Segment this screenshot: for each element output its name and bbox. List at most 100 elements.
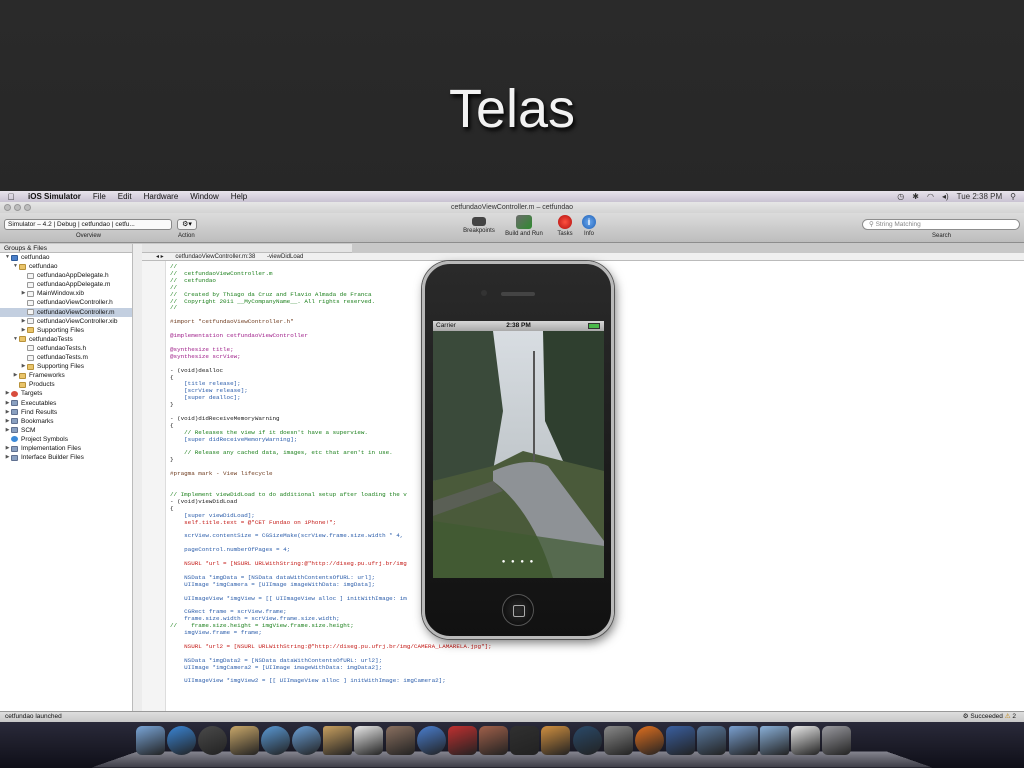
disclosure-triangle-icon[interactable]: ▶ bbox=[12, 371, 19, 380]
scheme-select[interactable]: Simulator – 4.2 | Debug | cetfundao | ce… bbox=[4, 219, 172, 230]
facetime-icon[interactable] bbox=[291, 726, 321, 755]
menu-window[interactable]: Window bbox=[184, 192, 224, 201]
sidebar-item[interactable]: cetfundaoTests.h bbox=[0, 344, 137, 353]
camera-photo[interactable] bbox=[433, 331, 604, 578]
app-store-icon[interactable] bbox=[167, 726, 197, 755]
menu-app[interactable]: iOS Simulator bbox=[22, 192, 87, 201]
time-machine-status-icon[interactable]: ◷ bbox=[897, 192, 904, 201]
disclosure-triangle-icon[interactable]: ▶ bbox=[4, 426, 11, 435]
sidebar-item-label: cetfundaoTests.m bbox=[37, 354, 88, 362]
menu-hardware[interactable]: Hardware bbox=[138, 192, 185, 201]
sidebar-item[interactable]: ▶ Find Results bbox=[0, 408, 137, 417]
folder-icon[interactable] bbox=[728, 726, 758, 755]
sidebar-item[interactable]: Project Symbols bbox=[0, 435, 137, 444]
sidebar-item-label: cetfundaoViewController.h bbox=[37, 299, 113, 307]
disclosure-triangle-icon[interactable]: ▼ bbox=[4, 253, 11, 262]
disclosure-triangle-icon[interactable]: ▶ bbox=[4, 453, 11, 462]
wifi-icon[interactable]: ◠ bbox=[927, 192, 934, 201]
disclosure-triangle-icon[interactable]: ▶ bbox=[20, 317, 27, 326]
disclosure-triangle-icon[interactable]: ▼ bbox=[12, 335, 19, 344]
sidebar-item[interactable]: ▶ MainWindow.xib bbox=[0, 289, 137, 298]
close-window-button[interactable] bbox=[4, 204, 11, 211]
info-button[interactable]: i Info bbox=[569, 215, 609, 237]
disclosure-triangle-icon[interactable]: ▶ bbox=[4, 389, 11, 398]
iphone-simulator[interactable]: Carrier 2:38 PM ● ● ● ● bbox=[422, 261, 614, 639]
sidebar-splitter[interactable] bbox=[132, 244, 142, 711]
sidebar-item[interactable]: ▶ Frameworks bbox=[0, 371, 137, 380]
sidebar-item[interactable]: ▶ Implementation Files bbox=[0, 444, 137, 453]
itunes-icon[interactable] bbox=[416, 726, 446, 755]
sidebar-item-label: cetfundao bbox=[29, 263, 58, 271]
spotlight-icon[interactable]: ⚲ bbox=[1010, 192, 1016, 201]
sidebar-item[interactable]: cetfundaoAppDelegate.h bbox=[0, 271, 137, 280]
disclosure-triangle-icon[interactable]: ▶ bbox=[4, 444, 11, 453]
disclosure-triangle-icon[interactable]: ▶ bbox=[4, 417, 11, 426]
zoom-window-button[interactable] bbox=[24, 204, 31, 211]
sidebar-item[interactable]: ▶ cetfundaoViewController.xib bbox=[0, 317, 137, 326]
disclosure-triangle-icon[interactable]: ▶ bbox=[4, 408, 11, 417]
bluetooth-icon[interactable]: ✱ bbox=[912, 192, 919, 201]
sidebar-item[interactable]: ▶ SCM bbox=[0, 426, 137, 435]
apple-menu-icon[interactable]:  bbox=[0, 192, 22, 202]
breakpoints-icon bbox=[472, 217, 486, 226]
instruments-icon[interactable] bbox=[697, 726, 727, 755]
sidebar-item[interactable]: ▶ Bookmarks bbox=[0, 417, 137, 426]
address-book-icon[interactable] bbox=[323, 726, 353, 755]
menu-edit[interactable]: Edit bbox=[112, 192, 138, 201]
sidebar-item[interactable]: ▼ cetfundao bbox=[0, 253, 137, 262]
minimize-window-button[interactable] bbox=[14, 204, 21, 211]
sidebar-item[interactable]: ▶ Supporting Files bbox=[0, 326, 137, 335]
action-gear-button[interactable]: ⚙▾ bbox=[177, 219, 197, 230]
iphone-screen[interactable]: Carrier 2:38 PM ● ● ● ● bbox=[433, 321, 604, 578]
zip-icon[interactable] bbox=[790, 726, 820, 755]
search-input[interactable]: ⚲ String Matching bbox=[862, 219, 1020, 230]
disclosure-triangle-icon[interactable]: ▼ bbox=[12, 262, 19, 271]
build-status[interactable]: Succeeded bbox=[970, 713, 1003, 720]
sidebar-item[interactable]: cetfundaoAppDelegate.m bbox=[0, 280, 137, 289]
xcode-icon[interactable] bbox=[666, 726, 696, 755]
disclosure-triangle-icon[interactable]: ▶ bbox=[20, 289, 27, 298]
iphoto2-icon[interactable] bbox=[479, 726, 509, 755]
file-crumb[interactable]: cetfundaoViewController.m:38 bbox=[175, 254, 265, 260]
groups-files-sidebar: Groups & Files ▼ cetfundao ▼ cetfundao cetfu… bbox=[0, 244, 138, 711]
time-machine-icon[interactable] bbox=[572, 726, 602, 755]
build-and-run-button[interactable]: Build and Run bbox=[504, 215, 544, 237]
disclosure-triangle-icon[interactable]: ▶ bbox=[20, 326, 27, 335]
sidebar-item[interactable]: ▼ cetfundaoTests bbox=[0, 335, 137, 344]
finder-icon[interactable] bbox=[136, 726, 165, 755]
sidebar-item[interactable]: Products bbox=[0, 380, 137, 389]
home-button[interactable] bbox=[502, 594, 534, 626]
sidebar-item[interactable]: cetfundaoViewController.m bbox=[0, 307, 137, 317]
garageband-icon[interactable] bbox=[541, 726, 571, 755]
photo-booth-icon[interactable] bbox=[447, 726, 477, 755]
system-prefs-icon[interactable] bbox=[603, 726, 633, 755]
firefox-icon[interactable] bbox=[635, 726, 664, 755]
nav-back-forward-icon[interactable]: ◂ ▸ bbox=[156, 254, 174, 260]
sidebar-item[interactable]: ▶ Executables bbox=[0, 399, 137, 408]
sidebar-item[interactable]: ▶ Supporting Files bbox=[0, 362, 137, 371]
menu-help[interactable]: Help bbox=[225, 192, 253, 201]
menubar-clock[interactable]: Tue 2:38 PM bbox=[957, 192, 1003, 201]
sidebar-item[interactable]: ▼ cetfundao bbox=[0, 262, 137, 271]
mail-stamp-icon[interactable] bbox=[229, 726, 259, 755]
trash-icon[interactable] bbox=[822, 726, 852, 755]
documents-folder-icon[interactable] bbox=[759, 726, 789, 755]
sidebar-item[interactable]: cetfundaoTests.m bbox=[0, 353, 137, 362]
imovie-icon[interactable] bbox=[510, 726, 540, 755]
menu-file[interactable]: File bbox=[87, 192, 112, 201]
sidebar-item[interactable]: ▶ Interface Builder Files bbox=[0, 453, 137, 462]
sidebar-item[interactable]: cetfundaoViewController.h bbox=[0, 298, 137, 307]
disclosure-triangle-icon[interactable]: ▶ bbox=[4, 399, 11, 408]
disclosure-triangle-icon[interactable]: ▶ bbox=[20, 362, 27, 371]
iphoto-icon[interactable] bbox=[385, 726, 415, 755]
warning-count[interactable]: 2 bbox=[1012, 713, 1016, 720]
method-crumb[interactable]: -viewDidLoad bbox=[267, 254, 303, 260]
sidebar-item[interactable]: ▶ Targets bbox=[0, 389, 137, 398]
safari-icon[interactable] bbox=[260, 726, 290, 755]
volume-icon[interactable]: ◂) bbox=[942, 192, 949, 201]
breakpoints-button[interactable]: Breakpoints bbox=[459, 215, 499, 234]
dashboard-icon[interactable] bbox=[198, 726, 228, 755]
sidebar-item-label: Bookmarks bbox=[21, 417, 54, 425]
ical-icon[interactable] bbox=[354, 726, 384, 755]
page-control[interactable]: ● ● ● ● bbox=[433, 559, 604, 565]
